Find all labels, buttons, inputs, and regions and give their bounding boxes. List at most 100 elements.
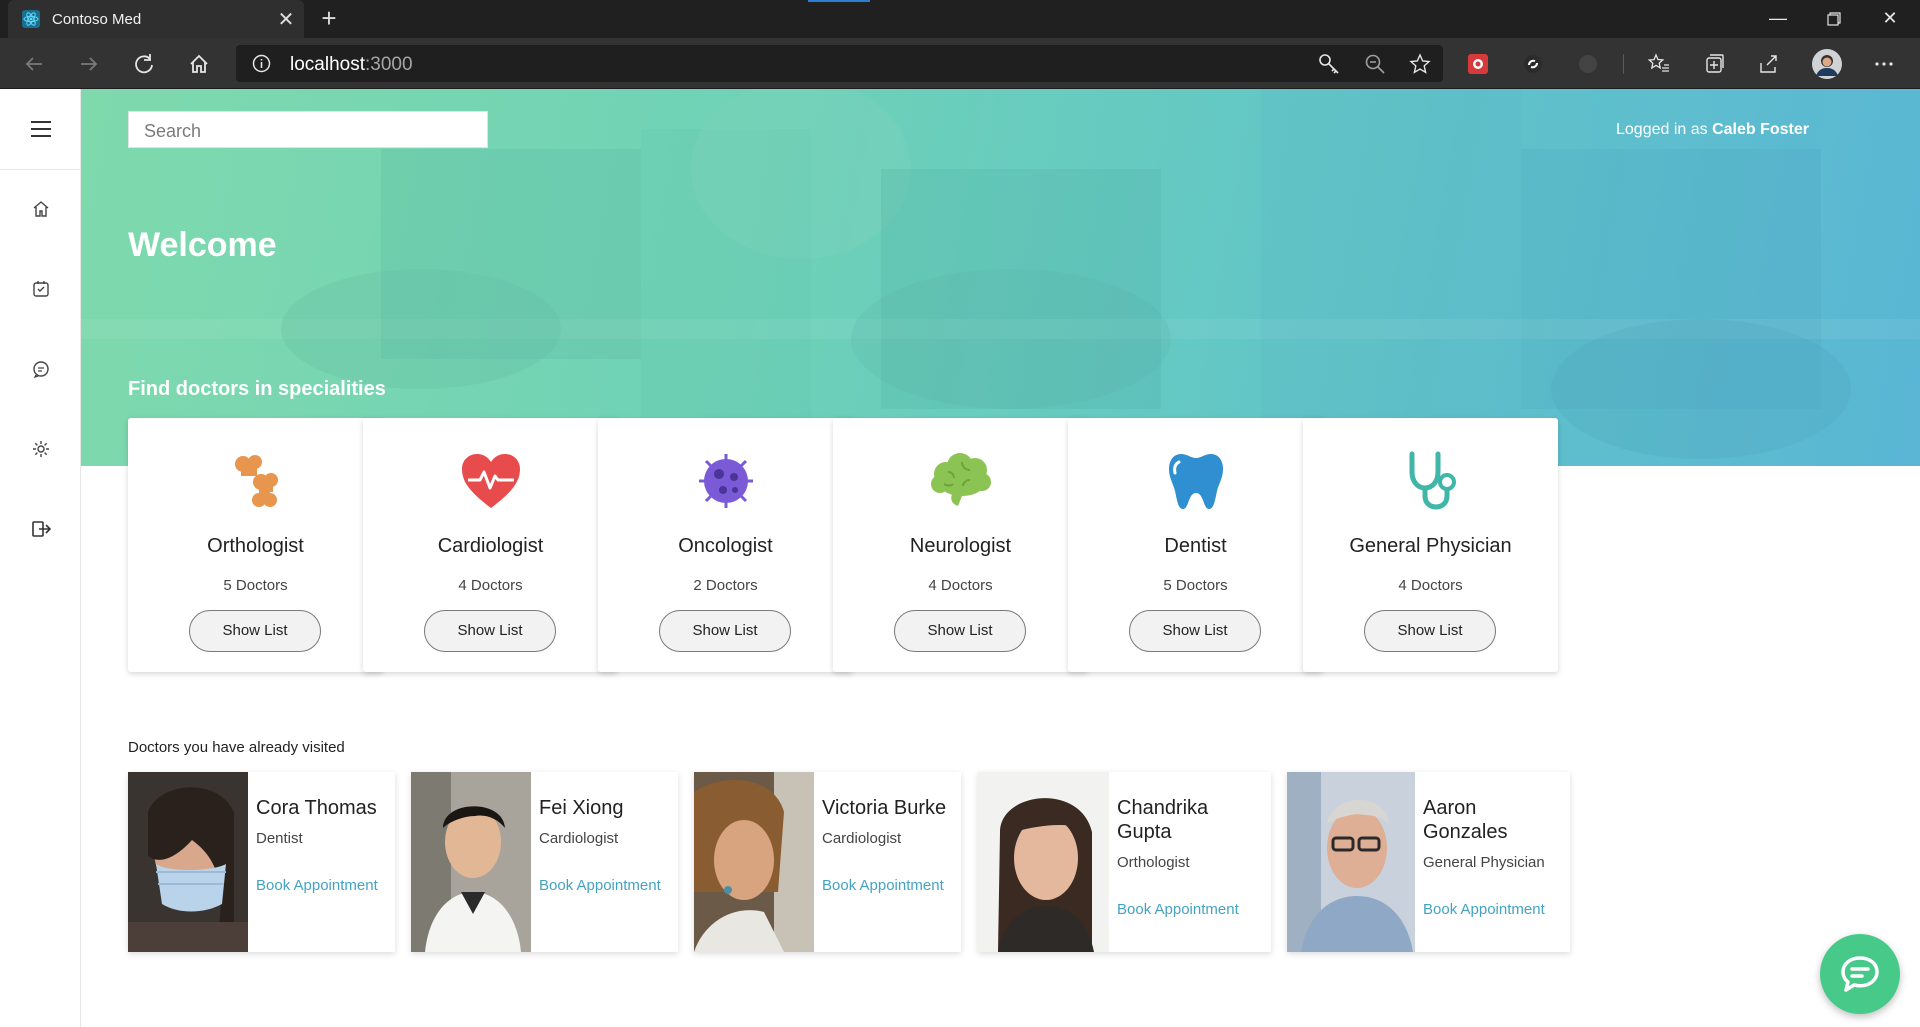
close-tab-icon[interactable]: ✕ — [268, 7, 304, 32]
refresh-icon[interactable] — [128, 48, 160, 80]
logged-in-status: Logged in as Caleb Foster — [1616, 121, 1809, 139]
speciality-card-general-physician[interactable]: General Physician 4 Doctors Show List — [1303, 418, 1558, 672]
user-name[interactable]: Caleb Foster — [1712, 121, 1809, 138]
doctor-photo — [1287, 772, 1415, 952]
speciality-name: General Physician — [1349, 535, 1512, 557]
back-icon[interactable] — [18, 48, 50, 80]
doctor-name: Fei Xiong — [539, 797, 624, 819]
chat-button[interactable] — [1820, 934, 1900, 1014]
book-appointment-link[interactable]: Book Appointment — [822, 877, 946, 894]
extension-swirl-icon[interactable] — [1517, 48, 1549, 80]
stethoscope-icon — [1409, 451, 1456, 510]
doctor-specialty: General Physician — [1423, 854, 1545, 871]
show-list-button[interactable]: Show List — [1129, 610, 1261, 652]
show-list-button[interactable]: Show List — [424, 610, 556, 652]
browser-tab-active[interactable]: Contoso Med ✕ — [8, 0, 304, 38]
doctor-photo — [128, 772, 248, 952]
show-list-button[interactable]: Show List — [894, 610, 1026, 652]
doctor-info: Cora Thomas Dentist Book Appointment — [256, 796, 378, 894]
doctor-photo — [411, 772, 531, 952]
doctor-info: Aaron Gonzales General Physician Book Ap… — [1423, 796, 1545, 918]
show-list-button[interactable]: Show List — [659, 610, 791, 652]
speciality-name: Cardiologist — [437, 535, 544, 557]
specialities-heading: Find doctors in specialities — [128, 378, 386, 400]
speciality-name: Oncologist — [678, 535, 773, 557]
chat-bubble-icon — [1841, 956, 1879, 992]
calendar-check-icon[interactable] — [26, 274, 56, 304]
doctor-specialty: Cardiologist — [539, 830, 619, 847]
logged-in-prefix: Logged in as — [1616, 121, 1713, 138]
doctor-count: 4 Doctors — [928, 577, 993, 594]
info-icon[interactable] — [252, 54, 271, 73]
extension-red-icon[interactable] — [1462, 48, 1494, 80]
tab-drag-indicator — [808, 0, 870, 2]
doctor-name: Cora Thomas — [256, 797, 377, 819]
tab-title: Contoso Med — [52, 10, 142, 28]
show-list-button[interactable]: Show List — [1364, 610, 1496, 652]
visited-doctor-card[interactable]: Aaron Gonzales General Physician Book Ap… — [1287, 772, 1570, 952]
visited-doctor-card[interactable]: Fei Xiong Cardiologist Book Appointment — [411, 772, 678, 952]
close-window-icon[interactable]: ✕ — [1862, 0, 1918, 38]
settings-icon[interactable] — [26, 434, 56, 464]
favorite-star-icon[interactable] — [1409, 53, 1431, 75]
tooth-icon — [1169, 454, 1223, 509]
doctor-name: Victoria Burke — [822, 797, 947, 819]
doctor-photo — [978, 772, 1109, 952]
speciality-card-orthologist[interactable]: Orthologist 5 Doctors Show List — [128, 418, 383, 672]
book-appointment-link[interactable]: Book Appointment — [539, 877, 661, 894]
restore-icon[interactable] — [1806, 0, 1862, 38]
logout-icon[interactable] — [26, 514, 56, 544]
speciality-name: Orthologist — [207, 535, 304, 557]
doctor-photo — [694, 772, 814, 952]
doctor-name: Aaron Gonzales — [1423, 797, 1508, 843]
visited-doctor-card[interactable]: Chandrika Gupta Orthologist Book Appoint… — [978, 772, 1271, 952]
doctor-count: 5 Doctors — [223, 577, 288, 594]
minimize-icon[interactable]: — — [1750, 0, 1806, 38]
url-text[interactable]: localhost:3000 — [290, 54, 413, 76]
visited-doctor-card[interactable]: Cora Thomas Dentist Book Appointment — [128, 772, 395, 952]
brain-icon — [931, 453, 991, 506]
forward-icon[interactable] — [73, 48, 105, 80]
extension-disabled-icon[interactable] — [1572, 48, 1604, 80]
browser-toolbar: localhost:3000 — [0, 38, 1920, 89]
doctor-specialty: Orthologist — [1117, 854, 1190, 871]
book-appointment-link[interactable]: Book Appointment — [1423, 901, 1545, 918]
doctor-count: 5 Doctors — [1163, 577, 1228, 594]
welcome-heading: Welcome — [128, 226, 277, 264]
chat-icon[interactable] — [26, 354, 56, 384]
visited-doctors-heading: Doctors you have already visited — [128, 739, 345, 756]
doctor-name: Chandrika Gupta — [1117, 797, 1209, 843]
speciality-card-cardiologist[interactable]: Cardiologist 4 Doctors Show List — [363, 418, 618, 672]
speciality-name: Neurologist — [909, 535, 1012, 557]
share-icon[interactable] — [1752, 48, 1784, 80]
book-appointment-link[interactable]: Book Appointment — [1117, 901, 1239, 918]
profile-avatar-icon[interactable] — [1811, 48, 1843, 80]
speciality-card-oncologist[interactable]: Oncologist 2 Doctors Show List — [598, 418, 853, 672]
zoom-out-icon[interactable] — [1364, 53, 1386, 75]
key-icon[interactable] — [1318, 53, 1340, 75]
home-browser-icon[interactable] — [183, 48, 215, 80]
home-icon[interactable] — [26, 194, 56, 224]
book-appointment-link[interactable]: Book Appointment — [256, 877, 378, 894]
doctor-count: 4 Doctors — [1398, 577, 1463, 594]
sidebar-divider — [0, 169, 81, 170]
doctor-info: Victoria Burke Cardiologist Book Appoint… — [822, 796, 946, 894]
address-bar[interactable]: localhost:3000 — [236, 45, 1443, 82]
speciality-card-dentist[interactable]: Dentist 5 Doctors Show List — [1068, 418, 1323, 672]
search-input[interactable]: Search — [128, 111, 488, 148]
favorites-icon[interactable] — [1643, 48, 1675, 80]
doctor-info: Chandrika Gupta Orthologist Book Appoint… — [1117, 796, 1239, 918]
more-options-icon[interactable] — [1868, 48, 1900, 80]
doctor-count: 2 Doctors — [693, 577, 758, 594]
doctor-specialty: Cardiologist — [822, 830, 902, 847]
new-tab-icon[interactable]: + — [314, 4, 344, 34]
visited-doctor-card[interactable]: Victoria Burke Cardiologist Book Appoint… — [694, 772, 961, 952]
search-placeholder: Search — [144, 121, 202, 141]
speciality-name: Dentist — [1164, 535, 1227, 557]
menu-icon[interactable] — [26, 114, 56, 144]
show-list-button[interactable]: Show List — [189, 610, 321, 652]
cell-icon — [699, 454, 753, 508]
speciality-card-neurologist[interactable]: Neurologist 4 Doctors Show List — [833, 418, 1088, 672]
browser-tab-bar: Contoso Med ✕ + — ✕ — [0, 0, 1920, 38]
collections-icon[interactable] — [1698, 48, 1730, 80]
